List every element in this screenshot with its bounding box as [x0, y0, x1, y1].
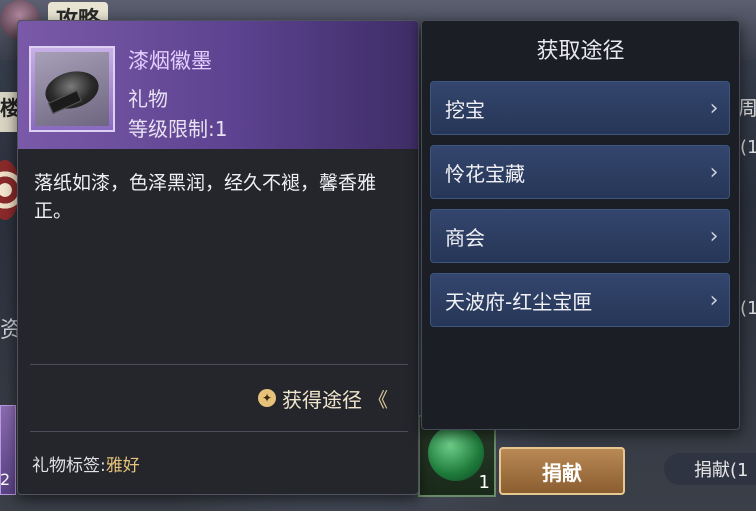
acquire-path-button[interactable]: ✦ 获得途径 《	[258, 383, 388, 413]
acquire-path-label: 获得途径	[282, 387, 362, 412]
item-name: 漆烟徽墨	[128, 49, 212, 73]
donate-right-button[interactable]: 捐献(1	[664, 453, 756, 485]
background-left-card-count: 2	[0, 470, 11, 489]
jade-item-count: 1	[478, 472, 490, 493]
background-right-text: 周	[738, 96, 756, 120]
source-item-lianhua-treasure[interactable]: 怜花宝藏 ›	[430, 145, 730, 199]
divider	[30, 364, 408, 365]
background-right-count: (1	[740, 298, 756, 319]
donate-button[interactable]: 捐献	[499, 447, 625, 495]
source-item-label: 天波府-红尘宝匣	[445, 289, 593, 314]
divider	[30, 431, 408, 432]
gift-tag-label: 礼物标签:	[32, 456, 106, 476]
source-item-label: 怜花宝藏	[445, 161, 525, 186]
chevron-right-icon: ›	[709, 95, 719, 121]
item-header: 漆烟徽墨 礼物 等级限制:1	[18, 21, 418, 149]
background-right-count: (1	[740, 137, 756, 158]
compass-icon: ✦	[258, 389, 276, 407]
item-icon-frame	[29, 46, 115, 132]
ink-stone-icon	[35, 52, 109, 126]
acquisition-panel-title: 获取途径	[536, 39, 625, 64]
item-level-requirement: 等级限制:1	[128, 117, 228, 141]
source-item-chamber-of-commerce[interactable]: 商会 ›	[430, 209, 730, 263]
item-description: 落纸如漆，色泽黑润，经久不褪，馨香雅正。	[34, 172, 377, 222]
gift-tag: 礼物标签:雅好	[32, 451, 140, 476]
source-item-dig-treasure[interactable]: 挖宝 ›	[430, 81, 730, 135]
item-tooltip-panel: 漆烟徽墨 礼物 等级限制:1 落纸如漆，色泽黑润，经久不褪，馨香雅正。 ✦ 获得…	[17, 20, 419, 495]
gift-tag-value: 雅好	[105, 456, 140, 476]
source-item-tianbo-mansion[interactable]: 天波府-红尘宝匣 ›	[430, 273, 730, 327]
source-item-label: 商会	[445, 225, 485, 250]
chevron-right-icon: ›	[709, 223, 719, 249]
acquisition-panel: 获取途径 挖宝 › 怜花宝藏 › 商会 › 天波府-红尘宝匣 ›	[421, 20, 740, 430]
source-item-label: 挖宝	[445, 97, 485, 122]
chevron-right-icon: ›	[709, 287, 719, 313]
chevron-right-icon: ›	[709, 159, 719, 185]
item-type: 礼物	[128, 87, 168, 111]
double-chevron-left-icon: 《	[368, 387, 388, 412]
background-left-tab[interactable]: 楼	[0, 92, 18, 132]
jade-pendant-icon	[428, 425, 484, 481]
